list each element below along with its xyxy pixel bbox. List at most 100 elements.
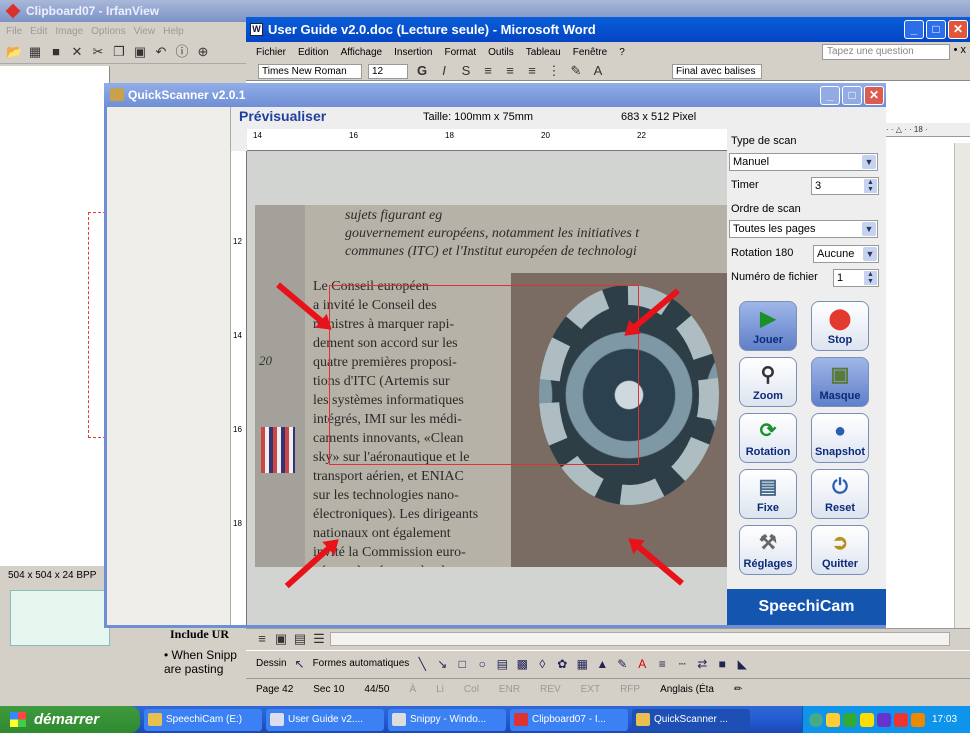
chevron-down-icon[interactable]: ▼ <box>863 247 877 261</box>
arrow-line-icon[interactable]: ↘ <box>435 658 449 670</box>
timer-spinner[interactable]: 3 ▲ ▼ <box>811 177 879 195</box>
underline-icon[interactable]: S <box>458 63 474 79</box>
security-icon[interactable] <box>843 712 857 727</box>
task-irfanview[interactable]: Clipboard07 - I... <box>510 708 628 731</box>
stop-button[interactable]: ⬤ Stop <box>811 301 869 351</box>
reset-button[interactable]: ⏻ Reset <box>811 469 869 519</box>
fix-button[interactable]: ▤ Fixe <box>739 469 797 519</box>
scan-order-select[interactable]: Toutes les pages ▼ <box>729 220 878 238</box>
picture-icon[interactable]: ▦ <box>575 658 589 670</box>
irfan-menu-view[interactable]: View <box>134 26 156 37</box>
clock[interactable]: 17:03 <box>932 714 957 725</box>
irfan-menu-edit[interactable]: Edit <box>30 26 47 37</box>
clipart-icon[interactable]: ✿ <box>555 658 569 670</box>
select-arrow-icon[interactable]: ↖ <box>293 658 307 670</box>
irfan-menu-options[interactable]: Options <box>91 26 125 37</box>
diagram-icon[interactable]: ◊ <box>535 658 549 670</box>
open-folder-icon[interactable]: 📂 <box>6 44 22 60</box>
spellcheck-icon[interactable]: ✏ <box>724 684 752 695</box>
oval-icon[interactable]: ○ <box>475 658 489 670</box>
status-language[interactable]: Anglais (Éta <box>650 684 724 695</box>
line-color-icon[interactable]: ✎ <box>615 658 629 670</box>
qs-minimize-button[interactable]: _ <box>820 86 840 105</box>
outline-view-icon[interactable]: ☰ <box>311 631 327 647</box>
italic-icon[interactable]: I <box>436 63 452 79</box>
word-maximize-button[interactable]: □ <box>926 20 946 39</box>
line-icon[interactable]: ╲ <box>415 658 429 670</box>
copy-icon[interactable]: ❐ <box>111 44 127 60</box>
word-horizontal-scrollbar[interactable] <box>330 632 950 646</box>
status-rfp[interactable]: RFP <box>610 684 650 695</box>
irfan-menu-file[interactable]: File <box>6 26 22 37</box>
page-view-icon[interactable]: ▤ <box>292 631 308 647</box>
font-size-select[interactable]: 12 <box>368 63 408 79</box>
spinner-arrows-icon[interactable]: ▲ ▼ <box>864 179 877 193</box>
mask-button[interactable]: ▣ Masque <box>811 357 869 407</box>
track-changes-select[interactable]: Final avec balises <box>672 63 762 79</box>
file-number-spinner[interactable]: 1 ▲ ▼ <box>833 269 879 287</box>
fill-color-icon[interactable]: ▲ <box>595 658 609 670</box>
word-vertical-scrollbar[interactable] <box>954 143 970 629</box>
qs-close-button[interactable]: ✕ <box>864 86 884 105</box>
word-titlebar[interactable]: W User Guide v2.0.doc (Lecture seule) - … <box>246 17 970 42</box>
dash-style-icon[interactable]: ┄ <box>675 658 689 670</box>
word-menu-outils[interactable]: Outils <box>488 47 514 58</box>
highlight-icon[interactable]: ✎ <box>568 63 584 79</box>
task-speechicam[interactable]: SpeechiCam (E:) <box>144 708 262 731</box>
scan-type-select[interactable]: Manuel ▼ <box>729 153 878 171</box>
info-icon[interactable]: ⓘ <box>174 44 190 60</box>
word-menu-insertion[interactable]: Insertion <box>394 47 432 58</box>
word-menu-tableau[interactable]: Tableau <box>526 47 561 58</box>
normal-view-icon[interactable]: ≡ <box>254 631 270 647</box>
task-quickscanner[interactable]: QuickScanner ... <box>632 708 750 731</box>
qs-maximize-button[interactable]: □ <box>842 86 862 105</box>
slideshow-icon[interactable]: ▦ <box>27 44 43 60</box>
task-user-guide[interactable]: User Guide v2.... <box>266 708 384 731</box>
start-button[interactable]: démarrer <box>0 706 140 733</box>
zoom-button[interactable]: ⚲ Zoom <box>739 357 797 407</box>
wordart-icon[interactable]: ▩ <box>515 658 529 670</box>
zoom-in-icon[interactable]: ⊕ <box>195 44 211 60</box>
web-view-icon[interactable]: ▣ <box>273 631 289 647</box>
cut-icon[interactable]: ✂ <box>90 44 106 60</box>
align-left-icon[interactable]: ≡ <box>480 63 496 79</box>
ask-question-input[interactable]: Tapez une question <box>822 44 950 60</box>
word-menu-format[interactable]: Format <box>444 47 476 58</box>
list-icon[interactable]: ⋮ <box>546 63 562 79</box>
autoshapes-menu[interactable]: Formes automatiques <box>313 658 410 669</box>
back-icon[interactable] <box>809 712 823 727</box>
network-icon[interactable] <box>826 712 840 727</box>
font-color-draw-icon[interactable]: A <box>635 658 649 670</box>
status-ext[interactable]: EXT <box>571 684 610 695</box>
snapshot-button[interactable]: ● Snapshot <box>811 413 869 463</box>
3d-icon[interactable]: ◣ <box>735 658 749 670</box>
chevron-down-icon[interactable]: ▼ <box>862 155 876 169</box>
spinner-arrows-icon[interactable]: ▲ ▼ <box>864 271 877 285</box>
preview-canvas[interactable]: sujets figurant eg gouvernement européen… <box>247 151 727 625</box>
tray-app-icon[interactable] <box>860 712 874 727</box>
bold-icon[interactable]: G <box>414 63 430 79</box>
word-menu-fenetre[interactable]: Fenêtre <box>573 47 607 58</box>
irfan-menu-image[interactable]: Image <box>55 26 83 37</box>
irfan-menu-help[interactable]: Help <box>163 26 184 37</box>
close-document-icon[interactable]: • x <box>954 44 966 56</box>
font-name-select[interactable]: Times New Roman <box>258 63 362 79</box>
word-menu-edition[interactable]: Edition <box>298 47 329 58</box>
word-close-button[interactable]: ✕ <box>948 20 968 39</box>
status-enr[interactable]: ENR <box>489 684 530 695</box>
delete-icon[interactable]: ✕ <box>69 44 85 60</box>
chevron-down-icon[interactable]: ▼ <box>862 222 876 236</box>
play-button[interactable]: ▶ Jouer <box>739 301 797 351</box>
status-rev[interactable]: REV <box>530 684 571 695</box>
arrow-style-icon[interactable]: ⇄ <box>695 658 709 670</box>
settings-button[interactable]: ⚒ Réglages <box>739 525 797 575</box>
word-menu-help[interactable]: ? <box>619 47 625 58</box>
rotation-button[interactable]: ⟳ Rotation <box>739 413 797 463</box>
word-menu-fichier[interactable]: Fichier <box>256 47 286 58</box>
undo-icon[interactable]: ↶ <box>153 44 169 60</box>
word-menu-affichage[interactable]: Affichage <box>341 47 383 58</box>
updates-icon[interactable] <box>911 712 925 727</box>
quickscanner-titlebar[interactable]: QuickScanner v2.0.1 _ □ ✕ <box>104 83 886 107</box>
antivirus-icon[interactable] <box>877 712 891 727</box>
line-style-icon[interactable]: ≡ <box>655 658 669 670</box>
